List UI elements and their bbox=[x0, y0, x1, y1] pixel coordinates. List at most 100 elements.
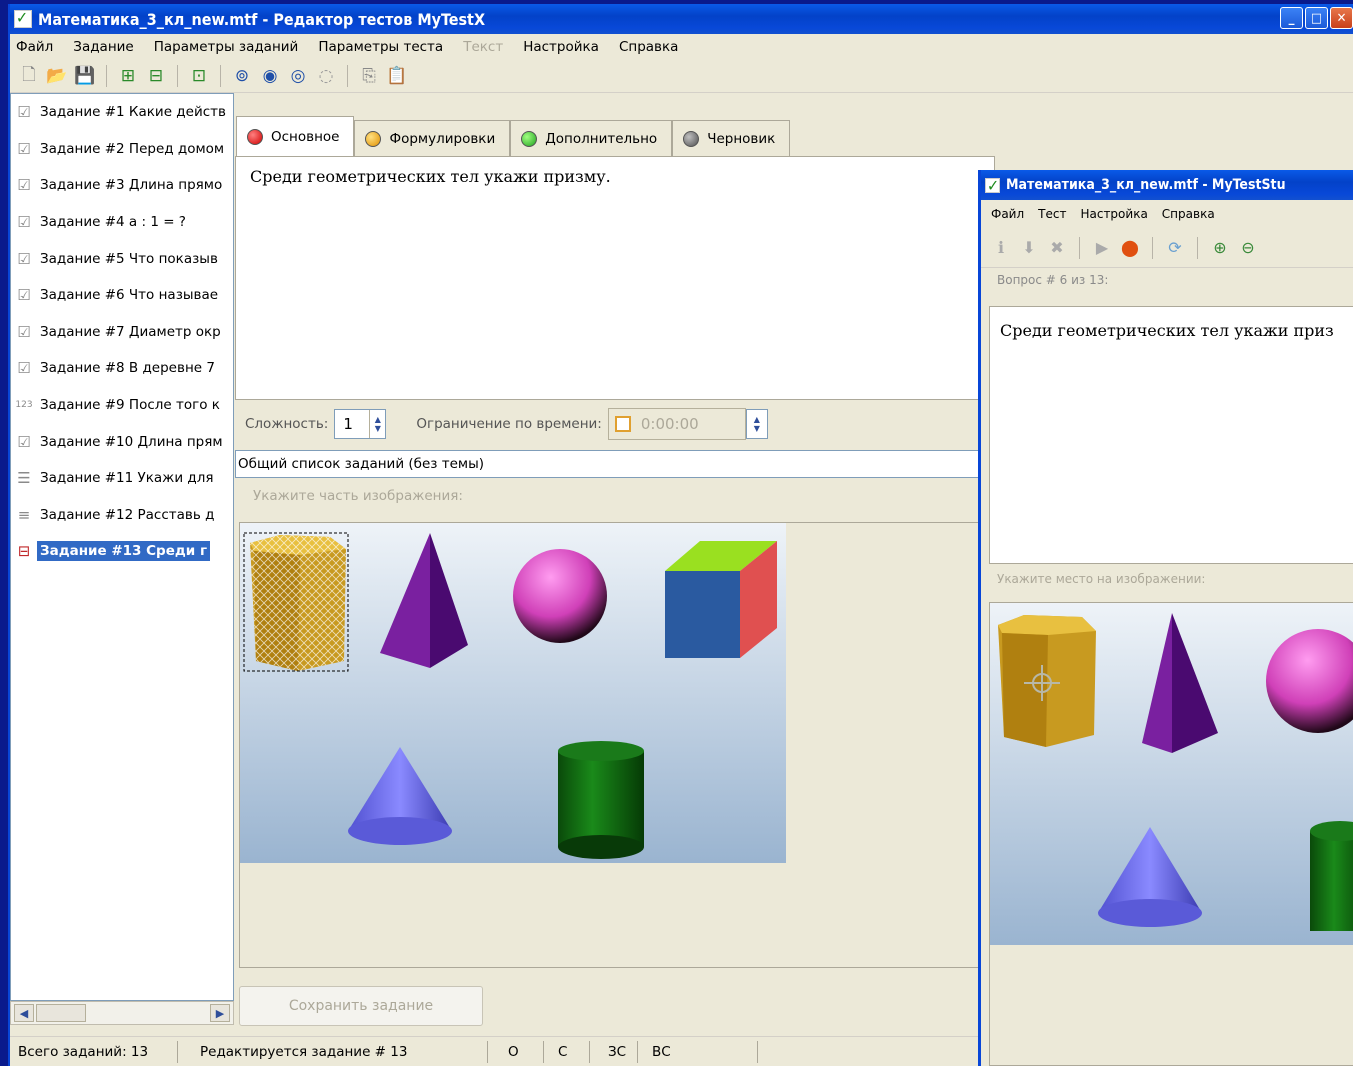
student-shapes-image[interactable] bbox=[990, 603, 1353, 945]
list-item[interactable]: ☑ Задание #6 Что называе bbox=[11, 277, 233, 314]
close-button[interactable]: ✕ bbox=[1330, 7, 1353, 29]
green-dot-icon bbox=[521, 130, 538, 147]
editor-titlebar[interactable]: Математика_3_кл_new.mtf - Редактор тесто… bbox=[10, 4, 1353, 34]
checkmark-icon: ☑ bbox=[17, 249, 31, 268]
checkmark-icon: ☑ bbox=[17, 432, 31, 451]
tab-additional[interactable]: Дополнительно bbox=[510, 120, 673, 156]
new-file-icon[interactable]: 🗋 bbox=[18, 65, 40, 87]
list-item[interactable]: ☑ Задание #2 Перед домом bbox=[11, 131, 233, 168]
scroll-thumb[interactable] bbox=[36, 1004, 86, 1022]
copy-icon[interactable]: ⎘ bbox=[358, 65, 380, 87]
student-image-panel[interactable] bbox=[989, 602, 1353, 1066]
student-title: Математика_3_кл_new.mtf - MyTestStu bbox=[1006, 177, 1286, 193]
download-icon[interactable]: ⬇ bbox=[1019, 238, 1039, 258]
shapes-image[interactable] bbox=[240, 523, 786, 863]
open-folder-icon[interactable]: 📂 bbox=[46, 65, 68, 87]
list-item-selected[interactable]: ⊟ Задание #13 Среди г bbox=[11, 533, 233, 570]
save-icon[interactable]: 💾 bbox=[74, 65, 96, 87]
time-stepper[interactable]: ▲ ▼ bbox=[745, 409, 768, 439]
minimize-button[interactable]: _ bbox=[1280, 7, 1303, 29]
move-top-icon[interactable]: ⊚ bbox=[231, 65, 253, 87]
menu-task-params[interactable]: Параметры заданий bbox=[154, 39, 299, 55]
checkmark-icon: ☑ bbox=[17, 286, 31, 305]
add-task-icon[interactable]: ⊞ bbox=[117, 65, 139, 87]
image-answer-panel[interactable] bbox=[239, 522, 999, 968]
play-icon[interactable]: ▶ bbox=[1092, 238, 1112, 258]
time-limit-checkbox[interactable] bbox=[614, 416, 631, 432]
menu-text: Текст bbox=[463, 39, 504, 55]
maximize-button[interactable]: □ bbox=[1305, 7, 1328, 29]
editor-menubar: Файл Задание Параметры заданий Параметры… bbox=[10, 34, 1353, 60]
menu-test-params[interactable]: Параметры теста bbox=[318, 39, 443, 55]
task-list-scrollbar[interactable]: ◀ ▶ bbox=[10, 1001, 234, 1025]
status-cell-c: С bbox=[544, 1040, 590, 1063]
stop-icon[interactable]: ✖ bbox=[1047, 238, 1067, 258]
paste-icon[interactable]: 📋 bbox=[386, 65, 408, 87]
list-item[interactable]: ☑ Задание #3 Длина прямо bbox=[11, 167, 233, 204]
delete-task-icon[interactable]: ⊟ bbox=[145, 65, 167, 87]
list-item[interactable]: ☑ Задание #4 a : 1 = ? bbox=[11, 204, 233, 241]
tab-formulations[interactable]: Формулировки bbox=[354, 120, 511, 156]
tab-main[interactable]: Основное bbox=[236, 116, 355, 156]
gray-dot-icon bbox=[683, 130, 700, 147]
move-down-icon[interactable]: ◎ bbox=[287, 65, 309, 87]
question-text-editor[interactable]: Среди геометрических тел укажи призму. bbox=[235, 156, 995, 400]
list-item[interactable]: ☑ Задание #7 Диаметр окр bbox=[11, 314, 233, 351]
toolbar-separator bbox=[1197, 236, 1198, 259]
status-cell-vc: ВС bbox=[638, 1040, 758, 1063]
prism-shape bbox=[998, 615, 1096, 747]
task-list[interactable]: ☑ Задание #1 Какие действ ☑ Задание #2 Пер… bbox=[10, 93, 234, 1001]
save-task-button[interactable]: Сохранить задание bbox=[239, 986, 483, 1026]
scroll-right-icon[interactable]: ▶ bbox=[210, 1004, 230, 1022]
refresh-icon[interactable]: ⟳ bbox=[1165, 238, 1185, 258]
scroll-left-icon[interactable]: ◀ bbox=[14, 1004, 34, 1022]
info-icon[interactable]: ℹ bbox=[991, 238, 1011, 258]
list-item[interactable]: ☑ Задание #1 Какие действ bbox=[11, 94, 233, 131]
move-up-icon[interactable]: ◉ bbox=[259, 65, 281, 87]
menu-settings[interactable]: Настройка bbox=[523, 39, 599, 55]
stepper-arrows-icon[interactable]: ▲ ▼ bbox=[747, 410, 767, 438]
list-item[interactable]: ☑ Задание #10 Длина прям bbox=[11, 423, 233, 460]
tab-draft[interactable]: Черновик bbox=[672, 120, 791, 156]
difficulty-stepper[interactable]: 1 ▲ ▼ bbox=[334, 409, 387, 439]
cylinder-shape bbox=[558, 741, 644, 859]
stepper-arrows-icon[interactable]: ▲ ▼ bbox=[369, 410, 385, 438]
move-bottom-icon[interactable]: ◌ bbox=[315, 65, 337, 87]
list-item[interactable]: ☑ Задание #5 Что показыв bbox=[11, 240, 233, 277]
student-menu-settings[interactable]: Настройка bbox=[1080, 207, 1147, 221]
student-titlebar[interactable]: Математика_3_кл_new.mtf - MyTestStu bbox=[981, 170, 1353, 200]
status-cell-o: О bbox=[488, 1040, 544, 1063]
student-menu-help[interactable]: Справка bbox=[1162, 207, 1215, 221]
record-icon[interactable]: ⬤ bbox=[1120, 238, 1140, 258]
checkmark-icon: ☑ bbox=[17, 139, 31, 158]
list-item[interactable]: ☰ Задание #11 Укажи для bbox=[11, 460, 233, 497]
toolbar-separator bbox=[220, 65, 221, 87]
list-item[interactable]: ☑ Задание #8 В деревне 7 bbox=[11, 350, 233, 387]
student-menu-file[interactable]: Файл bbox=[991, 207, 1024, 221]
list-item[interactable]: ≡ Задание #12 Расставь д bbox=[11, 497, 233, 534]
student-menu-test[interactable]: Тест bbox=[1038, 207, 1066, 221]
menu-help[interactable]: Справка bbox=[619, 39, 678, 55]
student-window: Математика_3_кл_new.mtf - MyTestStu Файл… bbox=[978, 170, 1353, 1066]
cylinder-shape bbox=[1310, 821, 1353, 931]
list-item[interactable]: 123 Задание #9 После того к bbox=[11, 387, 233, 424]
task-settings-row: Сложность: 1 ▲ ▼ Ограничение по времени: … bbox=[235, 404, 768, 444]
student-menubar: Файл Тест Настройка Справка bbox=[981, 200, 1353, 228]
editor-toolbar: 🗋 📂 💾 ⊞ ⊟ ⊡ ⊚ ◉ ◎ ◌ ⎘ 📋 bbox=[10, 60, 1353, 93]
time-limit-field[interactable]: 0:00:00 bbox=[607, 408, 746, 440]
menu-task[interactable]: Задание bbox=[73, 39, 133, 55]
theme-select[interactable]: Общий список заданий (без темы) bbox=[235, 450, 995, 478]
checkmark-icon: ☑ bbox=[17, 359, 31, 378]
task-tree-icon[interactable]: ⊡ bbox=[188, 65, 210, 87]
student-image-hint: Укажите место на изображении: bbox=[997, 572, 1206, 586]
zoom-in-icon[interactable]: ⊕ bbox=[1210, 238, 1230, 258]
window-controls: _ □ ✕ bbox=[1280, 7, 1353, 29]
orange-dot-icon bbox=[365, 130, 382, 147]
zoom-out-icon[interactable]: ⊖ bbox=[1238, 238, 1258, 258]
checkmark-icon: ☑ bbox=[17, 213, 31, 232]
sphere-shape bbox=[513, 549, 607, 643]
status-cell-zc: ЗС bbox=[590, 1040, 638, 1063]
menu-file[interactable]: Файл bbox=[16, 39, 53, 55]
editor-tabs: Основное Формулировки Дополнительно Черн… bbox=[236, 116, 791, 156]
time-limit-label: Ограничение по времени: bbox=[416, 416, 602, 432]
